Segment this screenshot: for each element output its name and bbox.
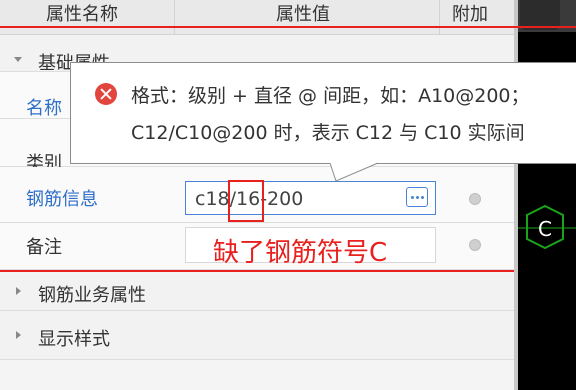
column-header-extra: 附加 (452, 4, 488, 25)
annotation-text: 缺了钢筋符号C (213, 238, 388, 268)
error-icon (95, 83, 117, 105)
group-display-style[interactable]: 显示样式 (0, 311, 514, 360)
expand-arrow-icon[interactable] (16, 331, 21, 339)
collapse-arrow-icon[interactable] (14, 57, 22, 62)
group-rebar-business-properties[interactable]: 钢筋业务属性 (0, 274, 514, 311)
column-divider (439, 0, 440, 34)
property-label-note: 备注 (26, 237, 62, 258)
rebar-info-input[interactable]: c18/16-200 (185, 181, 436, 215)
canvas-marker: C (518, 204, 576, 250)
note-extra-radio[interactable] (469, 239, 481, 251)
column-header-value: 属性值 (276, 4, 330, 25)
annotation-line-top (0, 26, 576, 28)
group-label-display: 显示样式 (38, 329, 110, 350)
annotation-highlight-box (228, 180, 264, 222)
more-options-button[interactable] (406, 187, 428, 207)
rebar-info-extra-radio[interactable] (469, 193, 481, 205)
tooltip-line-1: 格式：级别 + 直径 @ 间距，如：A10@200； (131, 85, 530, 107)
tooltip-line-2: C12/C10@200 时，表示 C12 与 C10 实际间 (131, 122, 525, 144)
column-divider (174, 0, 175, 34)
expand-arrow-icon[interactable] (16, 287, 21, 295)
group-label-business: 钢筋业务属性 (38, 285, 146, 306)
property-grid-header: 属性名称 属性值 附加 (0, 0, 514, 35)
annotation-line-bottom (0, 270, 514, 272)
marker-letter: C (538, 217, 552, 241)
property-label-rebar-info: 钢筋信息 (26, 189, 98, 210)
property-label-name: 名称 (26, 98, 62, 119)
format-tooltip: 格式：级别 + 直径 @ 间距，如：A10@200； C12/C10@200 时… (70, 62, 576, 164)
tooltip-pointer (330, 162, 379, 182)
column-header-name: 属性名称 (46, 4, 118, 25)
